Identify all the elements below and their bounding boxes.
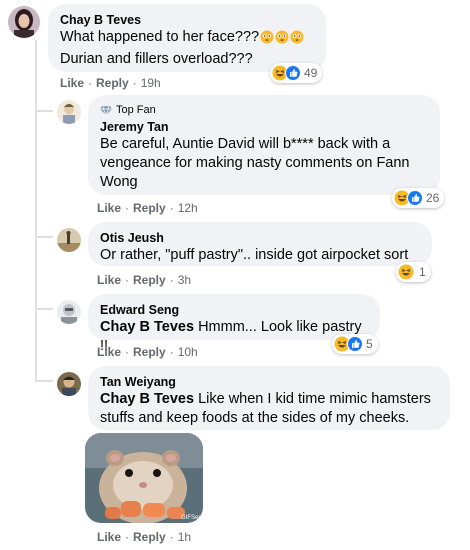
separator: · <box>132 76 137 90</box>
comment-actions: Like · Reply · 19h <box>60 76 161 90</box>
separator: · <box>169 530 174 544</box>
separator: · <box>169 273 174 287</box>
timestamp[interactable]: 10h <box>178 345 198 359</box>
comment-author[interactable]: Edward Seng <box>100 302 368 318</box>
comment-bubble-jeremy: Top Fan Jeremy Tan Be careful, Auntie Da… <box>88 95 440 195</box>
comment-actions: Like · Reply · 3h <box>97 273 191 287</box>
comment-author[interactable]: Jeremy Tan <box>100 119 428 135</box>
avatar-edward[interactable] <box>57 300 81 324</box>
avatar-chay[interactable] <box>8 6 40 38</box>
avatar-tan[interactable] <box>57 372 81 396</box>
reaction-summary[interactable]: 49 <box>270 63 323 83</box>
comment-bubble-chay: Chay B Teves What happened to her face??… <box>48 4 326 72</box>
comment-author[interactable]: Chay B Teves <box>60 12 314 28</box>
reaction-summary[interactable]: 26 <box>392 188 445 208</box>
like-button[interactable]: Like <box>97 201 121 215</box>
like-button[interactable]: Like <box>97 530 121 544</box>
mention-link[interactable]: Chay B Teves <box>100 391 194 407</box>
comment-text-line1: What happened to her face??? <box>60 29 260 45</box>
avatar-jeremy[interactable] <box>57 100 81 124</box>
like-icon <box>407 190 423 206</box>
reaction-count: 5 <box>366 337 373 351</box>
reply-button[interactable]: Reply <box>133 530 166 544</box>
comment-actions: Like · Reply · 10h <box>97 345 198 359</box>
hamster-gif[interactable]: GIFSec <box>85 433 203 523</box>
separator: · <box>125 201 130 215</box>
like-button[interactable]: Like <box>97 273 121 287</box>
separator: · <box>125 273 130 287</box>
reaction-count: 49 <box>304 66 318 80</box>
reaction-summary[interactable]: 1 <box>396 262 431 282</box>
haha-emoji-icon <box>398 264 414 280</box>
comment-text: Chay B Teves Like when I kid time mimic … <box>100 390 438 428</box>
comment-bubble-edward: Edward Seng Chay B Teves Hmmm... Look li… <box>88 294 380 354</box>
comment-bubble-tan: Tan Weiyang Chay B Teves Like when I kid… <box>88 366 450 430</box>
comment-bubble-otis: Otis Jeush Or rather, "puff pastry".. in… <box>88 222 432 266</box>
comment-author[interactable]: Otis Jeush <box>100 230 420 246</box>
reply-button[interactable]: Reply <box>133 345 166 359</box>
timestamp[interactable]: 1h <box>178 530 191 544</box>
reply-button[interactable]: Reply <box>133 273 166 287</box>
flushed-emoji-icon <box>260 30 274 50</box>
separator: · <box>125 345 130 359</box>
flushed-emoji-icon <box>275 30 289 50</box>
comment-text: Or rather, "puff pastry".. inside got ai… <box>100 247 409 263</box>
diamond-badge-icon <box>100 105 112 115</box>
top-fan-badge: Top Fan <box>100 103 428 117</box>
reaction-summary[interactable]: 5 <box>332 334 378 354</box>
reply-button[interactable]: Reply <box>96 76 129 90</box>
timestamp[interactable]: 19h <box>141 76 161 90</box>
like-icon <box>285 65 301 81</box>
timestamp[interactable]: 12h <box>178 201 198 215</box>
mention-link[interactable]: Chay B Teves <box>100 319 194 335</box>
like-icon <box>347 336 363 352</box>
like-button[interactable]: Like <box>97 345 121 359</box>
comment-author[interactable]: Tan Weiyang <box>100 374 438 390</box>
avatar-otis[interactable] <box>57 228 81 252</box>
separator: · <box>169 345 174 359</box>
comment-actions: Like · Reply · 1h <box>97 530 191 544</box>
comment-text-line2: Durian and fillers overload??? <box>60 51 253 67</box>
separator: · <box>88 76 93 90</box>
reply-button[interactable]: Reply <box>133 201 166 215</box>
flushed-emoji-icon <box>290 30 304 50</box>
separator: · <box>125 530 130 544</box>
comment-actions: Like · Reply · 12h <box>97 201 198 215</box>
separator: · <box>169 201 174 215</box>
comment-text: Be careful, Auntie David will b**** back… <box>100 136 410 190</box>
reaction-count: 26 <box>426 191 440 205</box>
reaction-count: 1 <box>419 265 426 279</box>
timestamp[interactable]: 3h <box>178 273 191 287</box>
top-fan-label: Top Fan <box>116 104 156 116</box>
like-button[interactable]: Like <box>60 76 84 90</box>
gif-watermark: GIFSec <box>181 515 201 521</box>
